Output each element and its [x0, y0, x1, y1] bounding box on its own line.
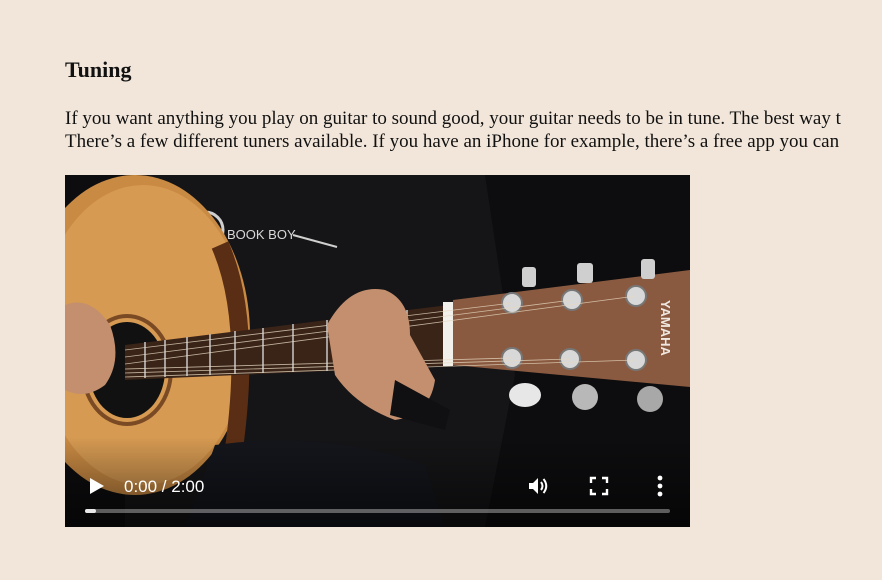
fullscreen-icon[interactable] [588, 475, 610, 497]
headstock-brand: YAMAHA [658, 300, 673, 356]
video-progress-fill [85, 509, 96, 513]
paragraph-line-2: There’s a few different tuners available… [65, 131, 840, 152]
play-icon[interactable] [85, 475, 107, 497]
video-time: 0:00 / 2:00 [124, 477, 205, 496]
video-player[interactable]: B BOOK BOY [65, 175, 690, 527]
shirt-logo-text: BOOK BOY [227, 227, 296, 242]
video-controls: 0:00 / 2:00 [65, 437, 690, 527]
more-options-icon[interactable] [649, 474, 671, 498]
volume-icon[interactable] [526, 474, 550, 498]
video-progress-bar[interactable] [85, 509, 670, 513]
section-heading: Tuning [65, 57, 132, 82]
paragraph-line-1: If you want anything you play on guitar … [65, 108, 841, 129]
section-paragraph: If you want anything you play on guitar … [65, 107, 882, 153]
